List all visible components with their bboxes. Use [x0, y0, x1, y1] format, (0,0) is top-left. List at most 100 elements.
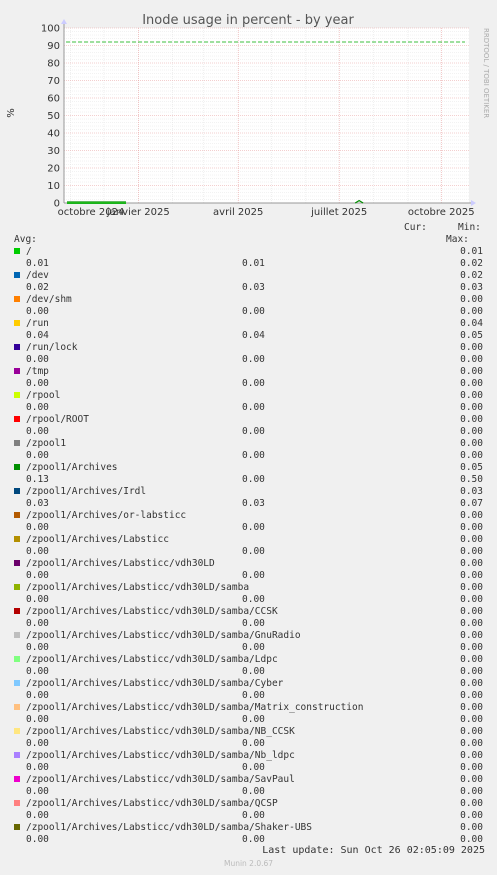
- y-tick-label: 90: [47, 41, 60, 52]
- legend-cur-value: 0.00: [460, 366, 483, 377]
- legend-min-value: 0.00: [242, 642, 265, 653]
- legend-cur-value: 0.00: [460, 414, 483, 425]
- legend-max-value: 0.00: [460, 762, 483, 773]
- legend-swatch: [14, 608, 20, 614]
- legend-cur-value: 0.00: [460, 750, 483, 761]
- legend-cur-value: 0.00: [460, 582, 483, 593]
- legend-series-name: /run: [26, 318, 49, 329]
- legend-max-value: 0.00: [460, 642, 483, 653]
- legend-series-name: /zpool1/Archives/Labsticc/vdh30LD/samba/…: [26, 750, 295, 761]
- legend-header-max: Max:: [446, 234, 469, 245]
- legend-avg-value: 0.00: [26, 642, 49, 653]
- chart-title: Inode usage in percent - by year: [142, 13, 354, 28]
- legend-swatch: [14, 392, 20, 398]
- legend-avg-value: 0.01: [26, 258, 49, 269]
- legend-avg-value: 0.04: [26, 330, 49, 341]
- legend-min-value: 0.04: [242, 330, 265, 341]
- legend-min-value: 0.00: [242, 546, 265, 557]
- legend-max-value: 0.00: [460, 306, 483, 317]
- plot-grid: [61, 19, 476, 206]
- legend-cur-value: 0.00: [460, 510, 483, 521]
- legend-series-name: /zpool1/Archives/Irdl: [26, 486, 147, 497]
- y-tick-label: 80: [47, 59, 60, 70]
- y-tick-label: 10: [47, 181, 60, 192]
- legend-cur-value: 0.00: [460, 606, 483, 617]
- side-label: RRDTOOL / TOBI OETIKER: [482, 28, 490, 118]
- legend-cur-value: 0.00: [460, 702, 483, 713]
- legend-swatch: [14, 632, 20, 638]
- legend-series-name: /rpool/ROOT: [26, 414, 89, 425]
- legend-avg-value: 0.00: [26, 570, 49, 581]
- legend-cur-value: 0.00: [460, 558, 483, 569]
- legend-cur-value: 0.00: [460, 390, 483, 401]
- legend-cur-value: 0.00: [460, 798, 483, 809]
- legend-swatch: [14, 320, 20, 326]
- legend-swatch: [14, 536, 20, 542]
- legend-series-name: /zpool1/Archives/Labsticc/vdh30LD/samba/…: [26, 798, 278, 809]
- legend-min-value: 0.00: [242, 690, 265, 701]
- legend-cur-value: 0.00: [460, 342, 483, 353]
- legend-swatch: [14, 752, 20, 758]
- legend-max-value: 0.00: [460, 786, 483, 797]
- legend-max-value: 0.00: [460, 738, 483, 749]
- legend-max-value: 0.00: [460, 402, 483, 413]
- x-tick-label: avril 2025: [213, 207, 263, 218]
- legend-series-name: /run/lock: [26, 342, 78, 353]
- legend-avg-value: 0.00: [26, 594, 49, 605]
- legend-swatch: [14, 824, 20, 830]
- legend-series-name: /zpool1/Archives/Labsticc/vdh30LD/samba/…: [26, 726, 295, 737]
- y-axis-arrow: [61, 19, 67, 24]
- legend-swatch: [14, 680, 20, 686]
- legend-swatch: [14, 464, 20, 470]
- legend-avg-value: 0.00: [26, 402, 49, 413]
- legend-max-value: 0.05: [460, 330, 483, 341]
- x-tick-label: juillet 2025: [310, 207, 367, 218]
- y-tick-label: 70: [47, 76, 60, 87]
- legend-series-name: /zpool1/Archives/or-labsticc: [26, 510, 187, 521]
- legend-series-name: /zpool1/Archives/Labsticc: [26, 534, 169, 545]
- legend-swatch: [14, 776, 20, 782]
- legend-header-avg: Avg:: [14, 234, 37, 245]
- x-tick-labels: octobre 2024janvier 2025 avril 2025 juille…: [58, 207, 475, 218]
- legend-min-value: 0.01: [242, 258, 265, 269]
- legend-max-value: 0.00: [460, 450, 483, 461]
- legend-min-value: 0.00: [242, 570, 265, 581]
- legend-avg-value: 0.00: [26, 762, 49, 773]
- legend-swatch: [14, 584, 20, 590]
- legend-swatch: [14, 440, 20, 446]
- legend-max-value: 0.00: [460, 810, 483, 821]
- legend-min-value: 0.00: [242, 618, 265, 629]
- legend-min-value: 0.00: [242, 426, 265, 437]
- legend-swatch: [14, 728, 20, 734]
- legend-min-value: 0.00: [242, 594, 265, 605]
- legend-avg-value: 0.00: [26, 426, 49, 437]
- legend-avg-value: 0.00: [26, 810, 49, 821]
- legend-max-value: 0.00: [460, 834, 483, 845]
- legend-avg-value: 0.00: [26, 450, 49, 461]
- legend-max-value: 0.00: [460, 714, 483, 725]
- legend-cur-value: 0.01: [460, 246, 483, 257]
- legend-swatch: [14, 488, 20, 494]
- legend-swatch: [14, 272, 20, 278]
- chart: Inode usage in percent - by year % RRDTO…: [6, 13, 490, 218]
- legend-min-value: 0.03: [242, 282, 265, 293]
- legend-max-value: 0.00: [460, 426, 483, 437]
- legend-avg-value: 0.00: [26, 306, 49, 317]
- legend-swatch: [14, 248, 20, 254]
- y-tick-labels: 0102030405060708090100: [41, 24, 60, 210]
- legend-max-value: 0.50: [460, 474, 483, 485]
- legend-avg-value: 0.13: [26, 474, 49, 485]
- legend-max-value: 0.00: [460, 594, 483, 605]
- legend-min-value: 0.00: [242, 378, 265, 389]
- y-tick-label: 100: [41, 24, 60, 35]
- y-tick-label: 60: [47, 94, 60, 105]
- legend-avg-value: 0.02: [26, 282, 49, 293]
- legend-min-value: 0.00: [242, 786, 265, 797]
- legend-series-name: /zpool1/Archives/Labsticc/vdh30LD: [26, 558, 215, 569]
- legend-cur-value: 0.03: [460, 486, 483, 497]
- legend-series-name: /zpool1: [26, 438, 67, 449]
- legend-avg-value: 0.00: [26, 618, 49, 629]
- legend-avg-value: 0.00: [26, 834, 49, 845]
- legend-cur-value: 0.04: [460, 318, 483, 329]
- legend-series-name: /zpool1/Archives/Labsticc/vdh30LD/samba/…: [26, 774, 295, 785]
